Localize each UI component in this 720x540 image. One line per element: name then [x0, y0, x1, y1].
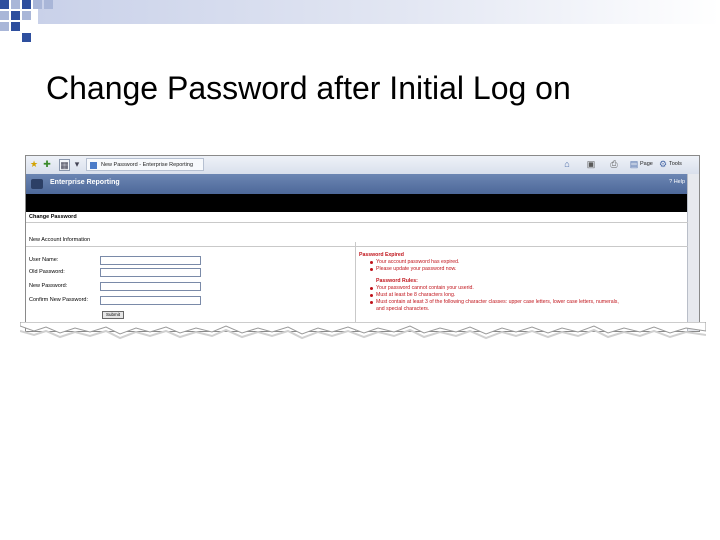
- tools-menu[interactable]: Tools: [669, 159, 682, 170]
- home-icon[interactable]: ⌂: [562, 159, 572, 169]
- decor-square: [22, 0, 31, 9]
- help-link[interactable]: ? Help: [669, 179, 685, 185]
- rule-item: Must contain at least 3 of the following…: [376, 299, 619, 305]
- favorites-star-icon[interactable]: ★: [29, 159, 39, 169]
- chevron-down-icon[interactable]: ▾: [72, 159, 82, 169]
- app-title: Enterprise Reporting: [50, 179, 120, 186]
- rule-item-continued: and special characters.: [376, 306, 430, 312]
- header-band: [26, 194, 699, 212]
- submit-button[interactable]: Submit: [102, 311, 124, 319]
- column-divider: [355, 242, 356, 331]
- new-password-input[interactable]: [100, 282, 201, 291]
- expired-message: Your account password has expired.: [376, 259, 460, 265]
- browser-tab[interactable]: New Password - Enterprise Reporting: [86, 158, 204, 171]
- vertical-scrollbar[interactable]: [687, 174, 699, 331]
- print-icon[interactable]: ⎙: [609, 159, 619, 169]
- rule-item: Your password cannot contain your userid…: [376, 285, 474, 291]
- bullet: [370, 287, 373, 290]
- add-favorite-icon[interactable]: ✚: [42, 159, 52, 169]
- torn-edge: [20, 322, 706, 340]
- bullet: [370, 261, 373, 264]
- page-heading: Change Password: [29, 214, 77, 220]
- decor-square: [11, 0, 20, 9]
- title-gradient-bar: [38, 0, 720, 24]
- confirm-password-label: Confirm New Password:: [29, 297, 88, 303]
- app-header: Enterprise Reporting ? Help: [26, 174, 699, 194]
- app-logo-icon: [31, 179, 43, 189]
- browser-tab-title: New Password - Enterprise Reporting: [101, 162, 194, 168]
- decor-square: [0, 0, 9, 9]
- feeds-icon[interactable]: ▣: [586, 159, 596, 169]
- decor-square: [0, 22, 9, 31]
- divider: [26, 246, 688, 247]
- decor-square: [44, 0, 53, 9]
- expired-message: Please update your password now.: [376, 266, 457, 272]
- slide-title: Change Password after Initial Log on: [46, 70, 571, 106]
- tab-list-icon[interactable]: ▦: [59, 159, 70, 171]
- decor-square: [11, 11, 20, 20]
- old-password-label: Old Password:: [29, 269, 65, 275]
- rules-heading: Password Rules:: [376, 278, 418, 284]
- page-favicon-icon: [90, 162, 97, 169]
- section-heading: New Account Information: [29, 237, 91, 243]
- decor-square: [33, 0, 42, 9]
- bullet: [370, 268, 373, 271]
- user-name-input[interactable]: [100, 256, 201, 265]
- user-name-label: User Name:: [29, 257, 59, 263]
- rule-item: Must at least be 8 characters long.: [376, 292, 456, 298]
- page-menu[interactable]: Page: [640, 159, 653, 170]
- bullet: [370, 301, 373, 304]
- expired-heading: Password Expired: [359, 252, 404, 258]
- new-password-label: New Password:: [29, 283, 68, 289]
- decor-square: [22, 33, 31, 42]
- decor-square: [0, 11, 9, 20]
- tools-gear-icon[interactable]: ⚙: [658, 159, 668, 169]
- decor-square: [22, 11, 31, 20]
- old-password-input[interactable]: [100, 268, 201, 277]
- bullet: [370, 294, 373, 297]
- page-icon[interactable]: ▤: [629, 159, 639, 169]
- divider: [26, 222, 688, 223]
- confirm-password-input[interactable]: [100, 296, 201, 305]
- decor-square: [11, 22, 20, 31]
- browser-toolbar: ★ ✚ ▦ ▾ New Password - Enterprise Report…: [26, 156, 699, 175]
- app-screenshot: ★ ✚ ▦ ▾ New Password - Enterprise Report…: [25, 155, 700, 332]
